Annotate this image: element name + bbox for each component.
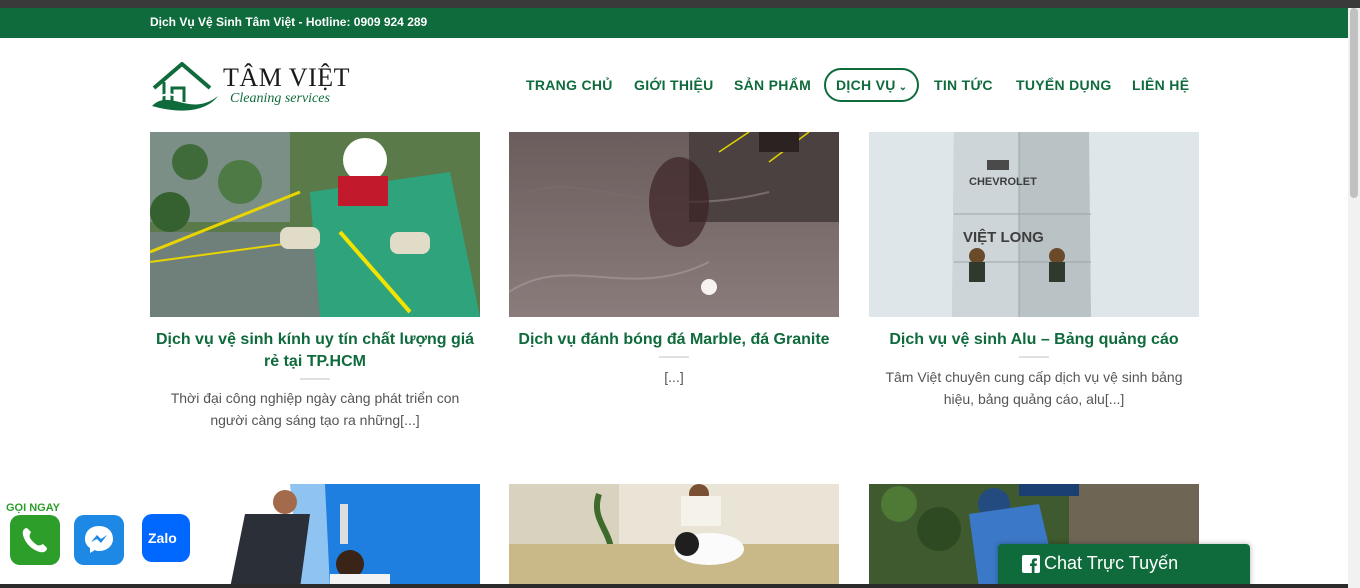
post-title[interactable]: Dịch vụ vệ sinh Alu – Bảng quảng cáo [869, 329, 1199, 351]
sign-main-text: VIỆT LONG [963, 228, 1044, 246]
floating-contact-buttons: GỌI NGAY Zalo [0, 498, 200, 588]
title-divider [659, 356, 689, 358]
main-nav: TRANG CHỦ GIỚI THIỆU SẢN PHẨM DỊCH VỤ ⌄ T… [0, 68, 1348, 102]
post-card-marble-polishing[interactable]: Dịch vụ đánh bóng đá Marble, đá Granite … [509, 132, 839, 402]
zalo-button[interactable]: Zalo [138, 500, 198, 564]
live-chat-button[interactable]: Chat Trực Tuyến [998, 544, 1250, 588]
messenger-icon [85, 526, 113, 553]
post-card-alu-signboard[interactable]: CHEVROLET VIỆT LONG Dịch vụ vệ sinh Alu … [869, 132, 1199, 422]
sign-brand-text: CHEVROLET [969, 176, 1037, 188]
nav-item-services-label: DỊCH VỤ [836, 77, 896, 93]
call-button[interactable] [10, 515, 60, 565]
post-card-sofa-cleaning[interactable] [509, 484, 839, 588]
nav-item-news[interactable]: TIN TỨC [934, 68, 993, 102]
call-now-label: GỌI NGAY [6, 502, 60, 514]
post-image-marble-floor[interactable] [509, 132, 839, 317]
browser-bottom-edge [0, 584, 1348, 588]
post-card-glass-cleaning[interactable]: Dịch vụ vệ sinh kính uy tín chất lượng g… [150, 132, 480, 442]
post-image-window-cleaner[interactable] [150, 132, 480, 317]
scrollbar-thumb[interactable] [1350, 8, 1358, 198]
facebook-square-icon [1022, 555, 1040, 573]
chevron-down-icon: ⌄ [898, 82, 908, 93]
browser-top-edge [0, 0, 1360, 8]
post-excerpt: Tâm Việt chuyên cung cấp dịch vụ vệ sinh… [885, 369, 1183, 407]
messenger-button[interactable] [74, 515, 124, 565]
zalo-icon: Zalo [142, 514, 190, 562]
nav-item-careers[interactable]: TUYỂN DỤNG [1016, 68, 1112, 102]
page-scrollbar[interactable] [1348, 8, 1360, 588]
top-info-bar: Dịch Vụ Vệ Sinh Tâm Việt - Hotline: 0909… [0, 8, 1348, 38]
chat-label: Chat Trực Tuyến [1044, 553, 1179, 573]
post-image-signboard-cleaning[interactable]: CHEVROLET VIỆT LONG [869, 132, 1199, 317]
post-excerpt: Thời đại công nghiệp ngày càng phát triể… [170, 390, 460, 428]
nav-item-services[interactable]: DỊCH VỤ ⌄ [824, 68, 920, 102]
post-title[interactable]: Dịch vụ đánh bóng đá Marble, đá Granite [509, 329, 839, 351]
zalo-label: Zalo [148, 530, 177, 546]
post-excerpt: [...] [664, 369, 684, 385]
title-divider [300, 378, 330, 380]
nav-item-home[interactable]: TRANG CHỦ [526, 68, 613, 102]
nav-item-products[interactable]: SẢN PHẨM [734, 68, 811, 102]
title-divider [1019, 356, 1049, 358]
post-title[interactable]: Dịch vụ vệ sinh kính uy tín chất lượng g… [150, 329, 480, 373]
nav-item-about[interactable]: GIỚI THIỆU [634, 68, 714, 102]
hotline-text: Dịch Vụ Vệ Sinh Tâm Việt - Hotline: 0909… [150, 15, 428, 29]
nav-item-contact[interactable]: LIÊN HỆ [1132, 68, 1189, 102]
post-image-sofa-cleaning[interactable] [509, 484, 839, 588]
phone-icon [22, 528, 47, 553]
